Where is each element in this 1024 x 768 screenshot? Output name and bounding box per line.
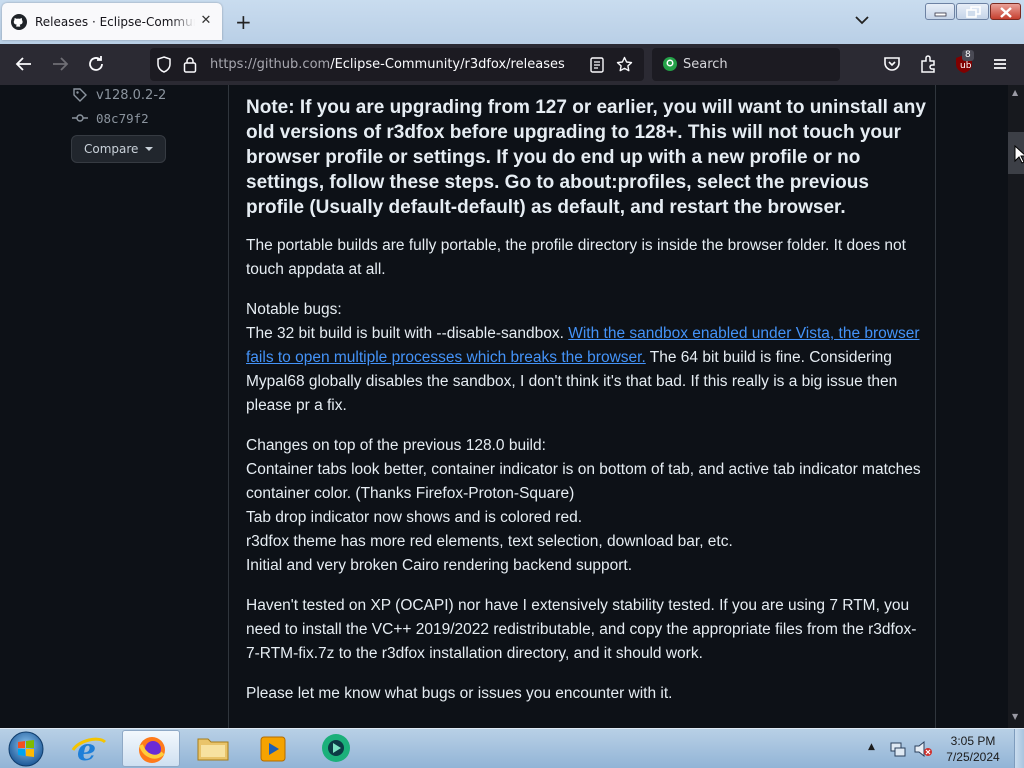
upgrade-note-heading: Note: If you are upgrading from 127 or e… xyxy=(246,97,926,218)
firefox-icon xyxy=(139,737,165,763)
tag-icon xyxy=(73,88,87,102)
url-text[interactable]: https://github.com/Eclipse-Community/r3d… xyxy=(210,57,565,72)
url-host: https://github.com xyxy=(210,57,331,72)
taskbar-internet-explorer[interactable]: e xyxy=(61,730,119,768)
tab-close-icon[interactable]: ✕ xyxy=(198,13,214,29)
search-placeholder: Search xyxy=(683,57,728,72)
search-engine-icon[interactable] xyxy=(662,56,678,72)
lock-icon[interactable] xyxy=(183,56,197,73)
compare-label: Compare xyxy=(84,142,139,156)
address-bar[interactable]: https://github.com/Eclipse-Community/r3d… xyxy=(150,48,644,81)
minimize-button[interactable] xyxy=(925,3,955,20)
bugs-title: Notable bugs: xyxy=(246,301,342,318)
page-scrollbar[interactable]: ▲ ▼ xyxy=(1008,85,1024,728)
show-hidden-icons-arrow-icon[interactable]: ▲ xyxy=(868,742,875,752)
search-bar[interactable]: Search xyxy=(652,48,840,81)
scroll-down-arrow-icon[interactable]: ▼ xyxy=(1012,712,1018,721)
changes-title: Changes on top of the previous 128.0 bui… xyxy=(246,437,546,454)
release-notes: Note: If you are upgrading from 127 or e… xyxy=(246,95,926,722)
reload-icon[interactable] xyxy=(84,52,108,76)
page-content: v128.0.2-2 08c79f2 Compare Note: If you … xyxy=(0,85,1008,728)
internet-explorer-icon: e xyxy=(71,733,107,768)
volume-muted-icon[interactable] xyxy=(913,740,933,758)
navigation-toolbar: https://github.com/Eclipse-Community/r3d… xyxy=(0,44,1024,85)
tab-strip: Releases · Eclipse-Community/r3dfox ✕ + xyxy=(0,0,1024,44)
taskbar-firefox[interactable] xyxy=(122,730,180,767)
changes-paragraph: Changes on top of the previous 128.0 bui… xyxy=(246,434,926,578)
change-item: Tab drop indicator now shows and is colo… xyxy=(246,509,583,526)
extensions-puzzle-icon[interactable] xyxy=(916,52,940,76)
tracking-protection-shield-icon[interactable] xyxy=(156,56,172,73)
xp-paragraph: Haven't tested on XP (OCAPI) nor have I … xyxy=(246,597,917,662)
clock-time: 3:05 PM xyxy=(950,734,996,748)
scroll-up-arrow-icon[interactable]: ▲ xyxy=(1012,88,1018,97)
compare-button[interactable]: Compare xyxy=(71,135,166,163)
change-item: Container tabs look better, container in… xyxy=(246,461,921,502)
taskbar-media-player[interactable] xyxy=(244,730,302,767)
list-all-tabs-chevron-icon[interactable] xyxy=(855,14,869,28)
change-item: r3dfox theme has more red elements, text… xyxy=(246,533,733,550)
bookmark-star-icon[interactable] xyxy=(616,56,633,73)
url-path: /Eclipse-Community/r3dfox/releases xyxy=(330,57,565,72)
tab-title: Releases · Eclipse-Community/r3dfox xyxy=(35,14,195,29)
taskbar-app[interactable] xyxy=(306,730,364,767)
start-orb-icon[interactable] xyxy=(6,729,46,768)
git-commit-icon xyxy=(72,114,88,122)
tag-label: v128.0.2-2 xyxy=(96,87,167,103)
mouse-cursor-icon xyxy=(1014,145,1024,164)
commit-sha: 08c79f2 xyxy=(96,110,149,126)
github-icon xyxy=(11,13,27,30)
bugs-paragraph: Notable bugs: The 32 bit build is built … xyxy=(246,298,926,418)
pocket-icon[interactable] xyxy=(880,52,904,76)
bugs-text-pre: The 32 bit build is built with --disable… xyxy=(246,325,569,342)
portable-paragraph: The portable builds are fully portable, … xyxy=(246,237,906,278)
svg-text:ub: ub xyxy=(960,61,972,71)
feedback-paragraph: Please let me know what bugs or issues y… xyxy=(246,685,673,702)
forward-arrow-icon[interactable] xyxy=(48,52,72,76)
network-icon[interactable] xyxy=(889,740,907,758)
extension-badge: 8 xyxy=(962,50,974,61)
close-window-button[interactable] xyxy=(990,3,1021,20)
reader-view-icon[interactable] xyxy=(590,57,604,73)
menu-hamburger-icon[interactable] xyxy=(988,52,1012,76)
folder-icon xyxy=(197,738,229,761)
new-tab-button[interactable]: + xyxy=(235,12,252,32)
tab-releases[interactable]: Releases · Eclipse-Community/r3dfox ✕ xyxy=(2,3,222,40)
release-commit[interactable]: 08c79f2 xyxy=(72,110,149,126)
caret-down-icon xyxy=(145,147,153,151)
green-app-icon xyxy=(322,734,350,762)
media-player-icon xyxy=(260,736,286,762)
system-clock[interactable]: 3:05 PM 7/25/2024 xyxy=(938,733,1008,765)
taskbar-file-explorer[interactable] xyxy=(184,730,242,767)
release-tag[interactable]: v128.0.2-2 xyxy=(72,87,166,103)
change-item: Initial and very broken Cairo rendering … xyxy=(246,557,633,574)
clock-date: 7/25/2024 xyxy=(946,750,1000,764)
windows-taskbar: e ▲ 3:05 PM 7/25/2024 xyxy=(0,728,1024,768)
restore-button[interactable] xyxy=(956,3,989,20)
back-arrow-icon[interactable] xyxy=(12,52,36,76)
show-desktop-button[interactable] xyxy=(1014,729,1024,768)
